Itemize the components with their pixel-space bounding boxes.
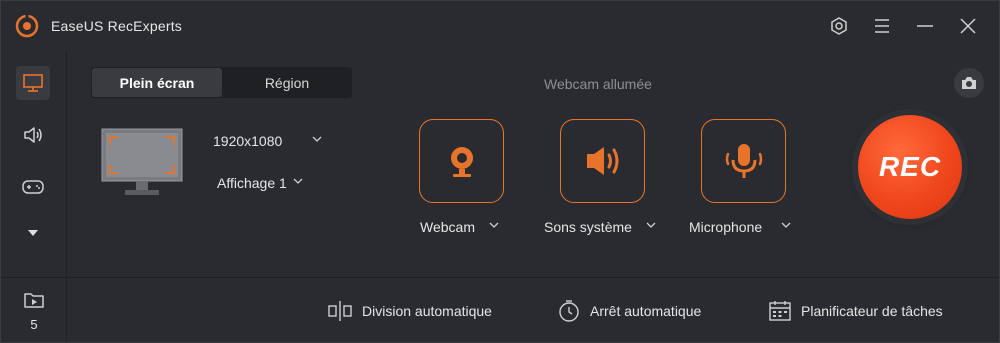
- display-value[interactable]: Affichage 1: [217, 175, 287, 191]
- monitor-preview-icon: [101, 128, 183, 195]
- minimize-button[interactable]: [912, 13, 938, 39]
- bottom-divider: [1, 277, 999, 278]
- webcam-icon: [450, 147, 473, 177]
- settings-icon: [831, 17, 847, 35]
- tab-full-screen[interactable]: Plein écran: [92, 68, 222, 97]
- app-title: EaseUS RecExperts: [51, 18, 183, 34]
- sidebar-item-more[interactable]: [16, 216, 50, 250]
- auto-split-label: Division automatique: [362, 303, 492, 319]
- app-window: EaseUS RecExperts 5 Plein écran Région 1…: [0, 0, 1000, 343]
- webcam-button[interactable]: [419, 119, 504, 203]
- auto-stop-button[interactable]: Arrêt automatique: [557, 297, 701, 325]
- app-logo-icon: [15, 14, 39, 38]
- triangle-down-icon: [28, 230, 38, 236]
- microphone-label: Microphone: [689, 219, 763, 235]
- close-icon: [960, 18, 976, 34]
- webcam-status-text: Webcam allumée: [544, 76, 652, 92]
- mode-tabs: Plein écran Région: [91, 67, 352, 98]
- timer-icon: [559, 300, 579, 322]
- system-sound-chevron-down-icon[interactable]: [646, 222, 656, 229]
- speaker-icon: [24, 127, 42, 143]
- recordings-count: 5: [30, 317, 38, 332]
- display-chevron-down-icon[interactable]: [293, 178, 303, 185]
- auto-stop-label: Arrêt automatique: [590, 303, 702, 319]
- calendar-icon: [769, 301, 791, 321]
- resolution-value[interactable]: 1920x1080: [213, 133, 282, 149]
- system-sound-label: Sons système: [544, 219, 632, 235]
- webcam-label: Webcam: [420, 219, 475, 235]
- microphone-chevron-down-icon[interactable]: [781, 222, 791, 229]
- task-scheduler-label: Planificateur de tâches: [801, 303, 943, 319]
- system-sound-button[interactable]: [560, 119, 645, 203]
- menu-icon: [875, 19, 889, 33]
- title-bar: EaseUS RecExperts: [1, 1, 999, 51]
- gamepad-icon: [22, 180, 44, 194]
- rec-button[interactable]: REC: [858, 115, 962, 219]
- tab-region[interactable]: Région: [222, 67, 352, 98]
- minimize-icon: [917, 25, 933, 27]
- settings-button[interactable]: [826, 13, 852, 39]
- task-scheduler-button[interactable]: Planificateur de tâches: [768, 297, 943, 325]
- microphone-icon: [725, 144, 762, 178]
- resolution-chevron-down-icon[interactable]: [312, 136, 322, 143]
- close-button[interactable]: [955, 13, 981, 39]
- sidebar-item-game[interactable]: [16, 170, 50, 204]
- recordings-button[interactable]: 5: [1, 278, 67, 342]
- sidebar-item-audio[interactable]: [16, 118, 50, 152]
- screenshot-button[interactable]: [954, 68, 984, 98]
- sidebar: [1, 51, 67, 277]
- webcam-chevron-down-icon[interactable]: [489, 222, 499, 229]
- auto-split-button[interactable]: Division automatique: [327, 297, 492, 325]
- split-icon: [328, 301, 352, 321]
- system-sound-icon: [586, 147, 618, 175]
- sidebar-item-screen[interactable]: [16, 66, 50, 100]
- rec-label: REC: [878, 151, 942, 182]
- menu-button[interactable]: [869, 13, 895, 39]
- camera-icon: [962, 77, 976, 89]
- video-folder-icon: [24, 293, 44, 308]
- microphone-button[interactable]: [701, 119, 786, 203]
- monitor-icon: [23, 74, 43, 92]
